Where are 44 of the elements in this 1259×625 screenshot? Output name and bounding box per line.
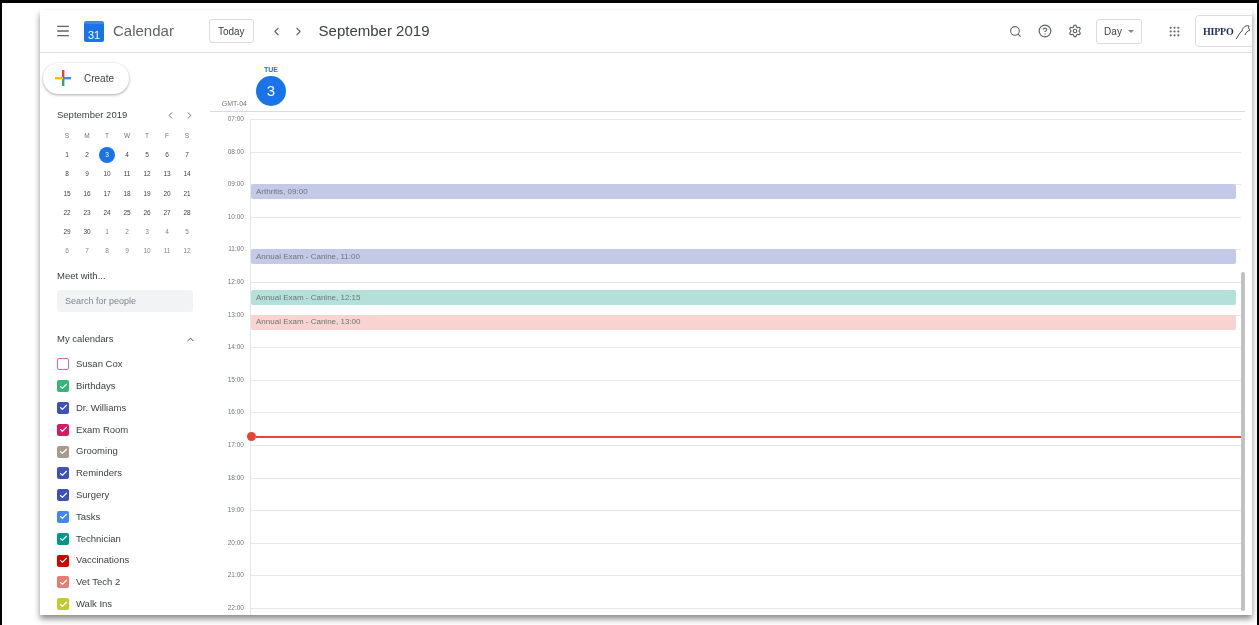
calendar-name: Reminders (76, 466, 122, 481)
selected-date: 3 (256, 76, 286, 106)
date-title: September 2019 (318, 20, 430, 41)
calendar-name: Birthdays (76, 379, 116, 393)
calendar-checkbox[interactable] (57, 445, 69, 458)
today-button[interactable]: Today (208, 19, 254, 43)
calendar-checkbox[interactable] (57, 401, 69, 414)
apps-button[interactable] (1168, 24, 1181, 38)
calendar-checkbox[interactable] (57, 598, 69, 611)
calendar-name: Exam Room (76, 422, 129, 437)
calendar-checkbox[interactable] (57, 554, 69, 567)
calendar-checkbox[interactable] (57, 358, 69, 371)
view-dropdown[interactable]: Day (1096, 18, 1142, 44)
calendar-checkbox[interactable] (57, 576, 69, 589)
calendar-name: Dr. Williams (76, 400, 127, 415)
calendar-name: Technician (76, 531, 121, 546)
calendar-checkbox[interactable] (57, 423, 69, 436)
settings-button[interactable] (1068, 24, 1082, 38)
calendar-name: Grooming (76, 444, 118, 459)
calendar-checkbox[interactable] (57, 510, 69, 523)
calendar-name: Walk Ins (76, 596, 113, 611)
calendar-checkbox[interactable] (57, 467, 69, 480)
create-button[interactable]: Create (43, 63, 129, 94)
my-calendars-heading: My calendars (57, 332, 115, 347)
meet-with-heading: Meet with... (57, 268, 107, 283)
help-button[interactable] (1038, 24, 1052, 38)
calendar-checkbox[interactable] (57, 489, 69, 502)
calendar-name: Susan Cox (76, 357, 123, 372)
calendar-logo-icon: 31 (84, 20, 104, 42)
account-logo[interactable]: HIPPO (1195, 15, 1252, 47)
dropdown-arrow-icon (1127, 29, 1134, 33)
scrollbar[interactable] (1241, 272, 1245, 611)
mini-calendar-title: September 2019 (57, 108, 129, 123)
event-block[interactable]: Annual Exam - Canine, 13:00 (251, 314, 1236, 330)
calendar-checkbox[interactable] (57, 380, 69, 393)
app-title: Calendar (113, 20, 174, 41)
calendar-checkbox[interactable] (57, 532, 69, 545)
calendar-name: Vet Tech 2 (76, 575, 121, 590)
plus-icon (55, 70, 71, 87)
calendar-name: Surgery (76, 488, 110, 502)
calendar-name: Tasks (76, 509, 101, 524)
calendar-name: Vaccinations (76, 553, 130, 568)
search-people-field[interactable]: Search for people (57, 289, 193, 313)
search-button[interactable] (1009, 24, 1022, 38)
